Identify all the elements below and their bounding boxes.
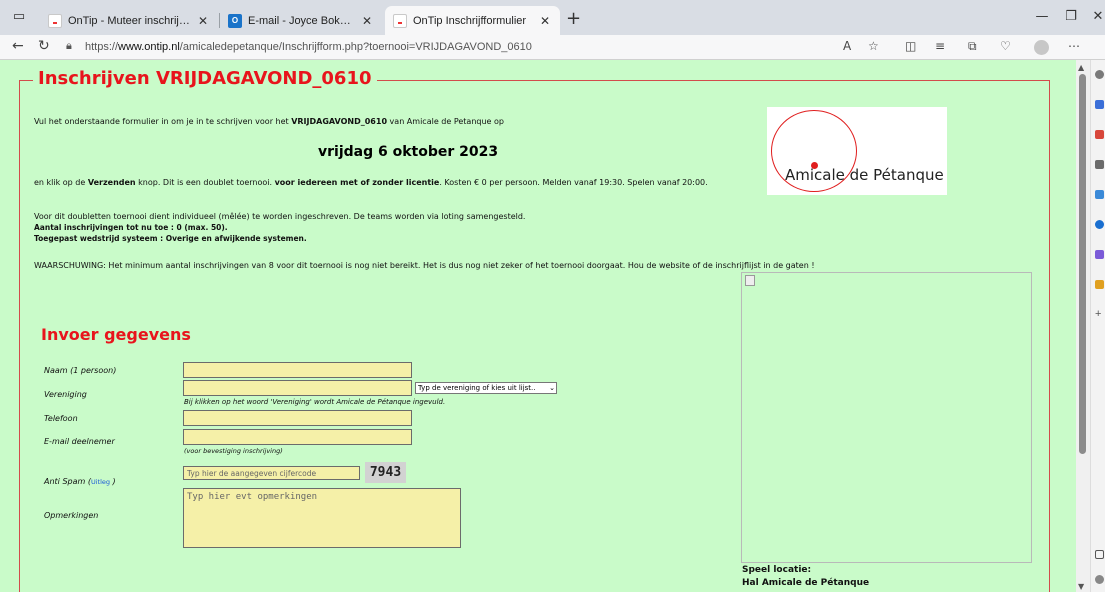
site-info-icon[interactable]: 🔒︎: [66, 39, 72, 53]
page-scrollbar[interactable]: ▲ ▼: [1076, 60, 1090, 592]
naam-label: Naam (1 persoon): [44, 366, 117, 375]
close-tab-icon[interactable]: ✕: [360, 14, 374, 28]
speel-locatie-label: Speel locatie:: [742, 565, 812, 575]
email-hint: (voor bevestiging inschrijving): [184, 447, 283, 455]
tab-outlook-email[interactable]: O E-mail - Joyce Bokhorst - Outloo ✕: [220, 6, 382, 35]
scroll-thumb[interactable]: [1079, 74, 1086, 454]
close-tab-icon[interactable]: ✕: [196, 14, 210, 28]
vereniging-input[interactable]: [183, 380, 412, 396]
more-menu-icon[interactable]: ⋯: [1068, 39, 1080, 53]
browser-essentials-icon[interactable]: ♡: [1000, 39, 1011, 53]
tournament-date: vrijdag 6 oktober 2023: [318, 144, 499, 160]
antispam-label: Anti Spam (Uitleg ): [44, 477, 116, 486]
antispam-label-post: ): [110, 477, 116, 486]
profile-avatar[interactable]: [1034, 40, 1049, 55]
sidebar-hide-icon[interactable]: [1095, 550, 1104, 559]
sidebar-copilot-icon[interactable]: [1095, 100, 1104, 109]
tournament-name: VRIJDAGAVOND_0610: [291, 117, 388, 126]
instruction-verzenden: Verzenden: [87, 178, 136, 187]
tab-bar: ▭ OnTip - Muteer inschrijvingen ✕ O E-ma…: [0, 0, 1105, 35]
broken-image-icon: [745, 275, 755, 286]
vereniging-label[interactable]: Vereniging: [44, 390, 87, 399]
info-line-2: Aantal inschrijvingen tot nu toe : 0 (ma…: [34, 223, 228, 232]
info-line-3: Toegepast wedstrijd systeem : Overige en…: [34, 234, 307, 243]
address-bar: ← ↻ 🔒︎ https://www.ontip.nl/amicaledepet…: [0, 35, 1105, 60]
tab-inschrijfformulier[interactable]: OnTip Inschrijfformulier ✕: [385, 6, 560, 35]
split-screen-icon[interactable]: ◫: [905, 39, 916, 53]
sidebar-games-icon[interactable]: [1095, 190, 1104, 199]
sidebar-settings-icon[interactable]: [1095, 575, 1104, 584]
instruction-a: en klik op de: [34, 178, 88, 187]
edge-sidebar: +: [1090, 60, 1105, 592]
intro-post: van Amicale de Petanque op: [387, 117, 504, 126]
read-aloud-icon[interactable]: A: [843, 39, 851, 53]
chevron-down-icon: ⌄: [549, 384, 555, 392]
url-domain: www.ontip.nl: [118, 41, 180, 53]
telefoon-input[interactable]: [183, 410, 412, 426]
minimize-icon[interactable]: —: [1031, 6, 1053, 28]
close-window-icon[interactable]: ✕: [1087, 6, 1105, 28]
sidebar-search-icon[interactable]: [1095, 70, 1104, 79]
email-label: E-mail deelnemer: [44, 437, 115, 446]
sidebar-tools-icon[interactable]: [1095, 160, 1104, 169]
intro-text: Vul het onderstaande formulier in om je …: [34, 117, 504, 126]
sidebar-drop-icon[interactable]: [1095, 280, 1104, 289]
instruction-e: . Kosten € 0 per persoon. Melden vanaf 1…: [439, 178, 708, 187]
tab-muteer-inschrijvingen[interactable]: OnTip - Muteer inschrijvingen ✕: [40, 6, 218, 35]
ontip-favicon-icon: [48, 13, 62, 28]
instruction-licentie: voor iedereen met of zonder licentie: [274, 178, 440, 187]
opmerkingen-label: Opmerkingen: [44, 511, 99, 520]
location-map-frame: [741, 272, 1032, 563]
vereniging-hint: Bij klikken op het woord 'Vereniging' wo…: [184, 398, 446, 406]
logo-text: Amicale de Pétanque: [785, 166, 944, 184]
ontip-favicon-icon: [393, 13, 407, 28]
scroll-down-icon[interactable]: ▼: [1078, 582, 1084, 591]
opmerkingen-textarea[interactable]: [183, 488, 461, 548]
vereniging-select-value: Typ de vereniging of kies uit lijst..: [418, 384, 536, 392]
speel-locatie-value: Hal Amicale de Pétanque: [742, 578, 870, 588]
vereniging-select[interactable]: Typ de vereniging of kies uit lijst.. ⌄: [415, 382, 557, 394]
form-legend: Inschrijven VRIJDAGAVOND_0610: [33, 68, 377, 89]
url-field[interactable]: https://www.ontip.nl/amicaledepetanque/I…: [85, 39, 625, 56]
scroll-up-icon[interactable]: ▲: [1078, 63, 1084, 72]
sidebar-designer-icon[interactable]: [1095, 250, 1104, 259]
new-tab-icon[interactable]: +: [566, 8, 581, 29]
close-tab-icon[interactable]: ✕: [538, 14, 552, 28]
outlook-favicon-icon: O: [228, 13, 242, 28]
info-line-1: Voor dit doubletten toernooi dient indiv…: [34, 212, 526, 221]
antispam-input[interactable]: [183, 466, 360, 480]
tab-title: OnTip - Muteer inschrijvingen: [68, 14, 190, 27]
naam-input[interactable]: [183, 362, 412, 378]
url-prefix: https://: [85, 41, 119, 53]
antispam-code: 7943: [365, 462, 406, 483]
favorite-star-icon[interactable]: ☆: [868, 39, 879, 53]
page-content: Inschrijven VRIJDAGAVOND_0610 Vul het on…: [0, 60, 1076, 592]
intro-pre: Vul het onderstaande formulier in om je …: [34, 117, 292, 126]
sidebar-add-icon[interactable]: +: [1095, 309, 1104, 320]
collections-icon[interactable]: ⧉: [968, 39, 977, 54]
warning-text: WAARSCHUWING: Het minimum aantal inschri…: [34, 261, 815, 270]
tab-title: E-mail - Joyce Bokhorst - Outloo: [248, 14, 354, 27]
telefoon-label: Telefoon: [44, 414, 78, 423]
back-arrow-icon[interactable]: ←: [12, 38, 24, 54]
favorites-icon[interactable]: ≡: [935, 39, 945, 53]
restore-icon[interactable]: ❐: [1060, 6, 1082, 28]
uitleg-link[interactable]: Uitleg: [91, 478, 110, 486]
instruction-c: knop. Dit is een doublet toernooi.: [135, 178, 275, 187]
tab-title: OnTip Inschrijfformulier: [413, 14, 527, 27]
sidebar-office-icon[interactable]: [1095, 220, 1104, 229]
sidebar-shopping-icon[interactable]: [1095, 130, 1104, 139]
club-logo: Amicale de Pétanque: [767, 107, 947, 195]
instruction-text: en klik op de Verzenden knop. Dit is een…: [34, 178, 708, 187]
antispam-label-pre: Anti Spam (: [44, 477, 91, 486]
url-path: /amicaledepetanque/Inschrijfform.php?toe…: [179, 41, 532, 53]
email-input[interactable]: [183, 429, 412, 445]
refresh-icon[interactable]: ↻: [38, 38, 50, 54]
section-title: Invoer gegevens: [41, 325, 191, 344]
tab-actions-icon[interactable]: ▭: [8, 6, 30, 28]
